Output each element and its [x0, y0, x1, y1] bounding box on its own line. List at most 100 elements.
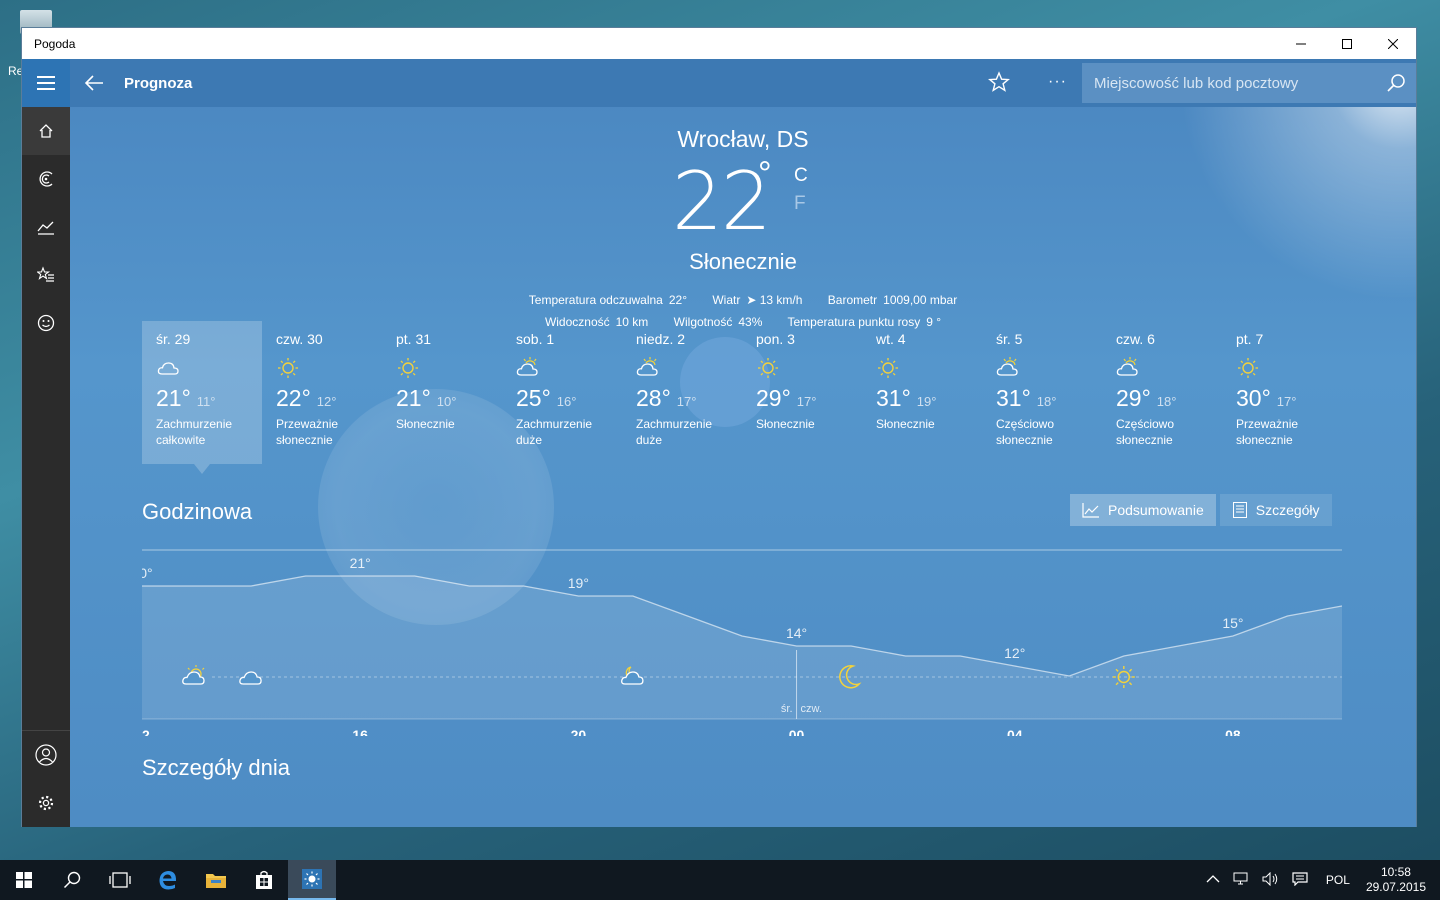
day-high: 21°: [156, 385, 191, 411]
temperature-label: 14°: [786, 625, 807, 641]
search-icon[interactable]: [1386, 73, 1406, 93]
nav-forecast-home[interactable]: [22, 107, 70, 155]
taskbar-search-button[interactable]: [48, 860, 96, 900]
temperature-label: 21°: [350, 555, 371, 571]
radar-icon: [39, 171, 53, 187]
hamburger-menu-button[interactable]: [22, 59, 70, 107]
day-icon-wrap: [516, 357, 608, 379]
sun-icon: [878, 358, 898, 378]
x-tick-label: 04: [1007, 727, 1023, 736]
day-forecast-item[interactable]: czw. 6 29° 18° Częściowo słonecznie: [1102, 321, 1222, 464]
input-language[interactable]: POL: [1326, 873, 1350, 887]
unit-fahrenheit-toggle[interactable]: F: [794, 193, 806, 215]
sun-icon: [1238, 358, 1258, 378]
degree-symbol: °: [758, 155, 772, 193]
unit-celsius-toggle[interactable]: C: [794, 165, 808, 187]
partly-cloudy-icon: [1116, 357, 1138, 376]
store-button[interactable]: [240, 860, 288, 900]
feels-like-label: Temperatura odczuwalna: [528, 293, 663, 307]
day-icon-wrap: [876, 357, 968, 379]
day-high: 25°: [516, 385, 551, 411]
day-description: Przeważnie słonecznie: [1236, 417, 1299, 447]
tab-summary[interactable]: Podsumowanie: [1070, 494, 1216, 526]
edge-icon: [159, 871, 177, 890]
folder-icon: [206, 874, 226, 888]
day-forecast-item[interactable]: śr. 5 31° 18° Częściowo słonecznie: [982, 321, 1102, 464]
nav-feedback[interactable]: [22, 299, 70, 347]
weather-window: Pogoda Prognoza ··· Miejscowość lub kod …: [21, 27, 1417, 827]
day-forecast-item[interactable]: pt. 7 30° 17° Przeważnie słonecznie: [1222, 321, 1342, 464]
maximize-button[interactable]: [1324, 28, 1370, 59]
weather-app-taskbar-button[interactable]: [288, 860, 336, 900]
search-box[interactable]: Miejscowość lub kod pocztowy: [1082, 63, 1416, 103]
store-bag-icon: [256, 870, 272, 889]
hourly-view-tabs: Podsumowanie Szczegóły: [1070, 494, 1336, 526]
action-center-icon[interactable]: [1292, 871, 1308, 889]
start-button[interactable]: [0, 860, 48, 900]
close-button[interactable]: [1370, 28, 1416, 59]
nav-places[interactable]: [22, 251, 70, 299]
minimize-button[interactable]: [1278, 28, 1324, 59]
day-high: 30°: [1236, 385, 1271, 411]
windows-logo-icon: [16, 872, 32, 888]
wind-label: Wiatr: [712, 293, 741, 307]
day-description: Przeważnie słonecznie: [276, 417, 339, 447]
partly-cloudy-icon: [516, 357, 538, 376]
details-list-icon: [1232, 502, 1247, 518]
hourly-section-title: Godzinowa: [142, 499, 253, 524]
day-description: Słonecznie: [876, 417, 935, 431]
network-icon[interactable]: [1232, 872, 1250, 889]
file-explorer-button[interactable]: [192, 860, 240, 900]
x-tick-label: 20: [571, 727, 587, 736]
current-condition: Słonecznie: [689, 249, 797, 274]
day-low: 10°: [436, 394, 457, 409]
line-chart-icon: [1082, 503, 1099, 518]
day-icon-wrap: [636, 357, 728, 379]
nav-settings[interactable]: [22, 779, 70, 827]
pressure-value: 1009,00 mbar: [883, 293, 958, 307]
wind-value: ➤ 13 km/h: [746, 293, 803, 307]
temperature-label: 15°: [1222, 615, 1243, 631]
day-forecast-item[interactable]: wt. 4 31° 19° Słonecznie: [862, 321, 982, 464]
nav-maps[interactable]: [22, 155, 70, 203]
search-input[interactable]: Miejscowość lub kod pocztowy: [1094, 75, 1298, 92]
nav-historical[interactable]: [22, 203, 70, 251]
x-tick-label: 08: [1225, 727, 1241, 736]
day-low: 19°: [916, 394, 937, 409]
sun-icon: [758, 358, 778, 378]
day-icon-wrap: [156, 357, 248, 379]
tab-summary-label: Podsumowanie: [1108, 502, 1204, 518]
day-icon-wrap: [756, 357, 848, 379]
chevron-up-icon[interactable]: [1206, 873, 1220, 887]
day-forecast-item[interactable]: czw. 30 22° 12° Przeważnie słonecznie: [262, 321, 382, 464]
clock-date: 29.07.2015: [1365, 880, 1426, 894]
day-details-title: Szczegóły dnia: [142, 755, 290, 780]
hourly-temperature-chart: 20° 21° 19° 14° 12° 15° 12 16 20 00 04 08 śr. czw.: [142, 549, 1342, 736]
day-name: czw. 6: [1116, 331, 1155, 347]
clock[interactable]: 10:58 29.07.2015: [1366, 865, 1426, 895]
nav-account[interactable]: [22, 731, 70, 779]
current-details-row-1: Temperatura odczuwalna 22° Wiatr ➤ 13 km/h…: [70, 293, 1416, 307]
day-forecast-item[interactable]: pt. 31 21° 10° Słonecznie: [382, 321, 502, 464]
favorite-button[interactable]: [987, 71, 1011, 98]
day-description: Zachmurzenie duże: [516, 417, 593, 447]
back-button[interactable]: [70, 59, 118, 107]
day-low: 17°: [796, 394, 817, 409]
task-view-button[interactable]: [96, 860, 144, 900]
day-high: 31°: [876, 385, 911, 411]
day-forecast-item[interactable]: śr. 29 21° 11° Zachmurzenie całkowite: [142, 321, 262, 474]
search-icon: [63, 871, 81, 889]
more-options-button[interactable]: ···: [1048, 73, 1067, 91]
volume-icon[interactable]: [1262, 871, 1280, 889]
day-description: Częściowo słonecznie: [1116, 417, 1175, 447]
edge-browser-button[interactable]: [144, 860, 192, 900]
day-forecast-item[interactable]: pon. 3 29° 17° Słonecznie: [742, 321, 862, 464]
day-name: sob. 1: [516, 331, 555, 347]
partly-cloudy-icon: [996, 357, 1018, 376]
cloud-icon: [157, 362, 179, 375]
window-title: Pogoda: [34, 36, 76, 51]
day-high: 29°: [1116, 385, 1151, 411]
day-forecast-item[interactable]: sob. 1 25° 16° Zachmurzenie duże: [502, 321, 622, 464]
tab-details[interactable]: Szczegóły: [1219, 494, 1332, 526]
day-forecast-item[interactable]: niedz. 2 28° 17° Zachmurzenie duże: [622, 321, 742, 464]
